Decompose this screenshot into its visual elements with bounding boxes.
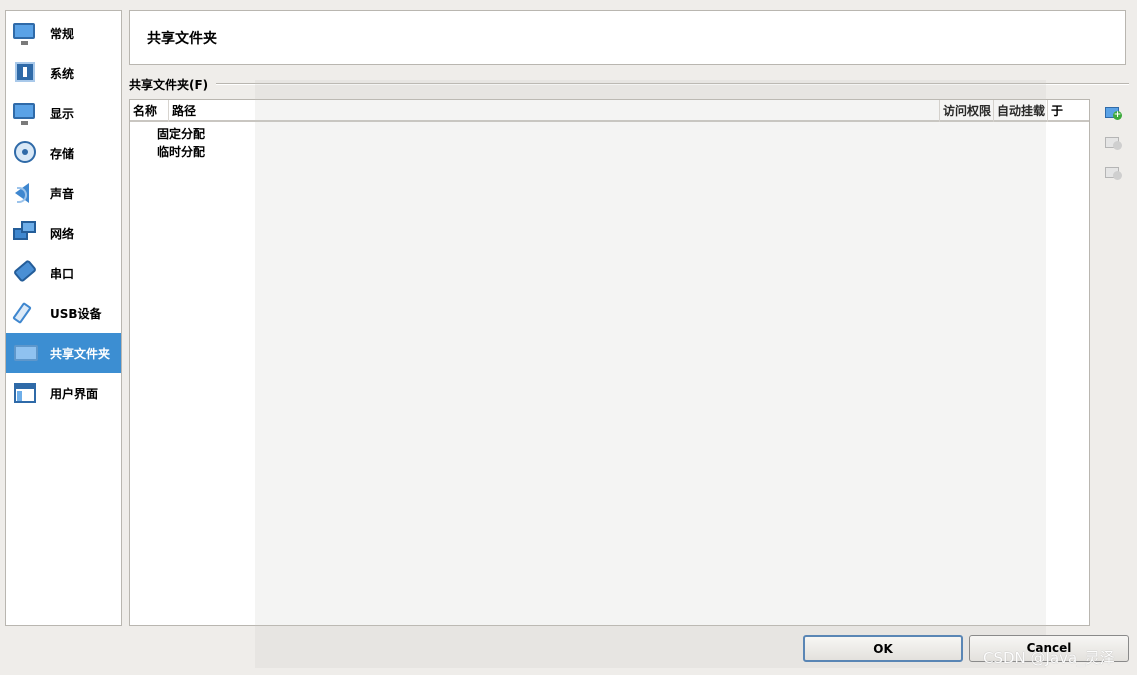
column-header-name[interactable]: 名称 [130, 100, 169, 122]
edit-shared-folder-icon[interactable] [1103, 133, 1123, 153]
sidebar-item-label: 用户界面 [50, 386, 99, 401]
sidebar-item-label: 串口 [50, 266, 75, 281]
sidebar-item-label: 共享文件夹 [50, 346, 111, 361]
display-icon [12, 100, 38, 126]
monitor-icon [12, 20, 38, 46]
group-label: 共享文件夹(F) [129, 77, 209, 92]
chip-icon [12, 60, 38, 86]
sidebar-item-label: USB设备 [50, 306, 102, 321]
sidebar-item-user-interface[interactable]: 用户界面 [6, 373, 121, 413]
ok-button[interactable]: OK [803, 635, 963, 662]
sidebar-item-display[interactable]: 显示 [6, 93, 121, 133]
sidebar-item-label: 网络 [50, 226, 75, 241]
shared-folder-icon [12, 340, 38, 366]
group-divider [216, 83, 1129, 85]
sidebar-item-label: 存储 [50, 146, 75, 161]
sidebar-item-storage[interactable]: 存储 [6, 133, 121, 173]
list-item-machine-folders[interactable]: 固定分配 [157, 125, 205, 142]
sidebar-item-audio[interactable]: 声音 [6, 173, 121, 213]
shared-folders-group: 共享文件夹(F) [129, 76, 1129, 92]
sidebar-item-label: 常规 [50, 26, 75, 41]
window-icon [12, 380, 38, 406]
column-header-access[interactable]: 访问权限 [940, 100, 994, 122]
disk-icon [12, 140, 38, 166]
sidebar-item-shared-folders[interactable]: 共享文件夹 [6, 333, 121, 373]
list-item-transient-folders[interactable]: 临时分配 [157, 143, 205, 160]
cancel-button[interactable]: Cancel [969, 635, 1129, 662]
table-header: 名称 路径 访问权限 自动挂载 于 [130, 100, 1089, 122]
sidebar-item-label: 显示 [50, 106, 75, 121]
sidebar-item-general[interactable]: 常规 [6, 13, 121, 53]
sidebar-item-network[interactable]: 网络 [6, 213, 121, 253]
add-shared-folder-icon[interactable]: + [1103, 103, 1123, 123]
settings-sidebar: 常规 系统 显示 存储 声音 网络 串口 USB设备 共享文件夹 用户界面 [5, 10, 122, 626]
column-header-at[interactable]: 于 [1048, 100, 1089, 122]
sidebar-item-system[interactable]: 系统 [6, 53, 121, 93]
page-title-box: 共享文件夹 [129, 10, 1126, 65]
sidebar-item-label: 系统 [50, 66, 75, 81]
remove-shared-folder-icon[interactable] [1103, 163, 1123, 183]
page-title: 共享文件夹 [147, 30, 217, 47]
shared-folders-table[interactable]: 名称 路径 访问权限 自动挂载 于 固定分配 临时分配 [129, 99, 1090, 626]
serial-port-icon [12, 259, 38, 286]
sidebar-item-label: 声音 [50, 186, 75, 201]
column-header-path[interactable]: 路径 [169, 100, 940, 122]
sidebar-item-usb[interactable]: USB设备 [6, 293, 121, 333]
network-icon [12, 220, 38, 246]
column-header-auto-mount[interactable]: 自动挂载 [994, 100, 1048, 122]
speaker-icon [12, 180, 38, 206]
sidebar-item-serial-port[interactable]: 串口 [6, 253, 121, 293]
usb-icon [12, 300, 38, 326]
